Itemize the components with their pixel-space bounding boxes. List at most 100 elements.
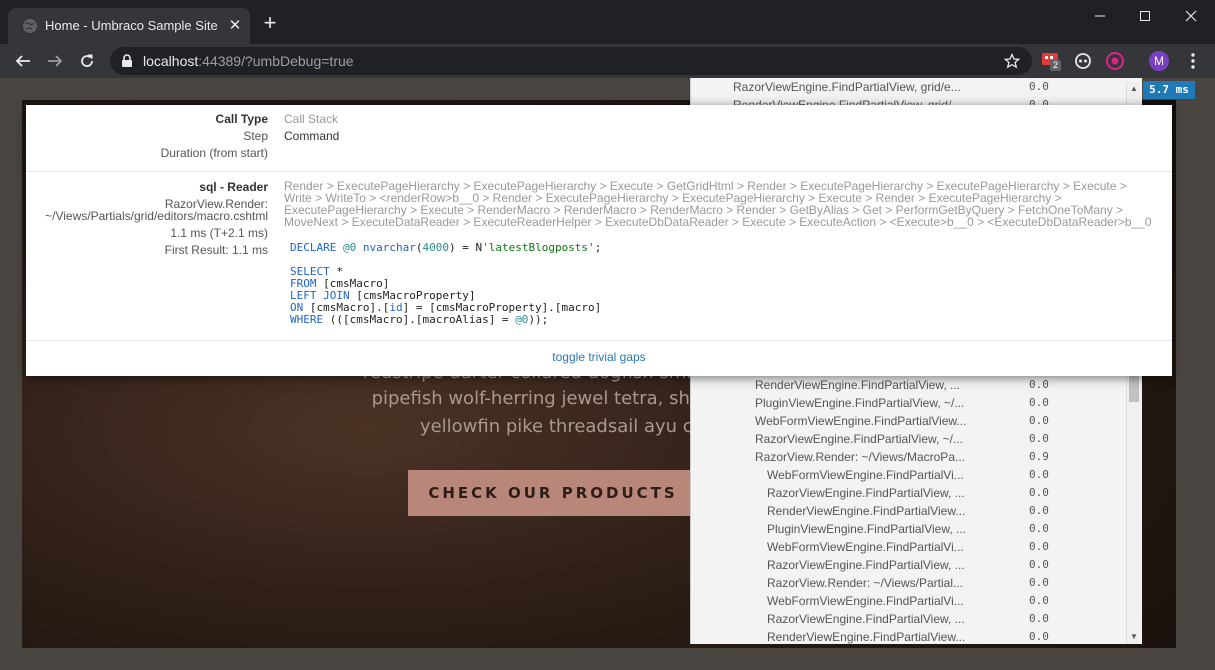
profiler-row-name: RazorViewEngine.FindPartialView, grid/e.…	[733, 80, 961, 94]
maximize-icon	[1140, 11, 1150, 21]
profiler-row[interactable]: RazorView.Render: ~/Views/Partial... 0.0	[691, 574, 1127, 592]
minimize-icon	[1095, 15, 1105, 17]
forward-button[interactable]	[44, 50, 66, 72]
profiler-row-duration: 0.0	[1029, 378, 1049, 391]
profiler-row-duration: 0.9	[1029, 450, 1049, 463]
maximize-button[interactable]	[1122, 0, 1168, 32]
arrow-left-icon	[15, 55, 30, 67]
profiler-row-name: RazorView.Render: ~/Views/MacroPa...	[755, 450, 965, 464]
profiler-row-duration: 0.0	[1029, 594, 1049, 607]
call-stack-text: Render > ExecutePageHierarchy > ExecuteP…	[284, 179, 1152, 229]
profiler-row-name: RenderViewEngine.FindPartialView...	[767, 630, 966, 644]
menu-button[interactable]	[1183, 51, 1203, 71]
profiler-row[interactable]: RazorViewEngine.FindPartialView, ... 0.0	[691, 556, 1127, 574]
render-path: ~/Views/Partials/grid/editors/macro.csht…	[45, 209, 268, 223]
profiler-row-name: RazorViewEngine.FindPartialView, ...	[767, 486, 965, 500]
profiler-row-name: RenderViewEngine.FindPartialView, ...	[755, 378, 961, 392]
back-button[interactable]	[12, 50, 34, 72]
first-result-value: First Result: 1.1 ms	[164, 243, 268, 257]
profiler-row-duration: 0.0	[1029, 522, 1049, 535]
minimize-button[interactable]	[1077, 0, 1123, 32]
url-text[interactable]: localhost:44389/?umbDebug=true	[143, 53, 354, 69]
popup-divider	[26, 171, 1172, 172]
profiler-row-duration: 0.0	[1029, 486, 1049, 499]
profiler-row[interactable]: RenderViewEngine.FindPartialView... 0.0	[691, 628, 1127, 644]
profiler-row[interactable]: WebFormViewEngine.FindPartialVi... 0.0	[691, 538, 1127, 556]
profiler-row-name: WebFormViewEngine.FindPartialView...	[755, 414, 967, 428]
profiler-row[interactable]: RazorView.Render: ~/Views/MacroPa... 0.9	[691, 448, 1127, 466]
profiler-row-name: PluginViewEngine.FindPartialView, ...	[767, 522, 967, 536]
new-tab-button[interactable]: +	[260, 12, 280, 34]
profiler-row-duration: 0.0	[1029, 630, 1049, 643]
popup-divider	[26, 340, 1172, 341]
title-bar: Home - Umbraco Sample Site ✕ +	[0, 0, 1215, 44]
profiler-row-name: WebFormViewEngine.FindPartialVi...	[767, 540, 964, 554]
extension-icon[interactable]	[1105, 51, 1125, 71]
profiler-row[interactable]: RazorViewEngine.FindPartialView, grid/e.…	[691, 78, 1127, 96]
profiler-row-name: PluginViewEngine.FindPartialView, ~/...	[755, 396, 965, 410]
profiler-row[interactable]: RenderViewEngine.FindPartialView... 0.0	[691, 502, 1127, 520]
profiler-row-duration: 0.0	[1029, 80, 1049, 93]
profiler-row-name: WebFormViewEngine.FindPartialVi...	[767, 594, 964, 608]
profiler-row-name: RazorViewEngine.FindPartialView, ~/...	[755, 432, 964, 446]
sql-type-label: sql - Reader	[199, 180, 268, 194]
page-viewport: redstripe darter collared dogfish smalle…	[0, 78, 1215, 670]
profiler-row[interactable]: WebFormViewEngine.FindPartialVi... 0.0	[691, 466, 1127, 484]
address-bar[interactable]: localhost:44389/?umbDebug=true	[110, 47, 1032, 75]
profiler-row-duration: 0.0	[1029, 576, 1049, 589]
profile-avatar[interactable]: M	[1149, 51, 1169, 71]
duration-label: Duration (from start)	[160, 146, 268, 160]
close-icon	[1185, 10, 1197, 22]
profiler-total-badge[interactable]: 5.7 ms	[1143, 81, 1195, 99]
extension-icon[interactable]: 2	[1041, 51, 1062, 71]
profiler-row-duration: 0.0	[1029, 612, 1049, 625]
profiler-detail-popup: Call Type Call Stack Step Command Durati…	[26, 105, 1172, 376]
call-type-value: Call Stack	[284, 112, 339, 126]
profiler-row[interactable]: PluginViewEngine.FindPartialView, ... 0.0	[691, 520, 1127, 538]
extension-eye-icon	[1106, 52, 1124, 70]
profiler-row-name: RazorViewEngine.FindPartialView, ...	[767, 558, 965, 572]
step-value: Command	[284, 129, 340, 143]
check-products-button[interactable]: CHECK OUR PRODUCTS	[408, 470, 698, 516]
scroll-up-icon[interactable]: ▲	[1127, 82, 1141, 96]
profiler-row[interactable]: WebFormViewEngine.FindPartialView... 0.0	[691, 412, 1127, 430]
profiler-row-name: WebFormViewEngine.FindPartialVi...	[767, 468, 964, 482]
profiler-row[interactable]: WebFormViewEngine.FindPartialVi... 0.0	[691, 592, 1127, 610]
step-label: Step	[243, 129, 268, 143]
profiler-row[interactable]: PluginViewEngine.FindPartialView, ~/... 0…	[691, 394, 1127, 412]
url-host: localhost	[143, 53, 199, 69]
profiler-row[interactable]: RazorViewEngine.FindPartialView, ... 0.0	[691, 484, 1127, 502]
tab-title: Home - Umbraco Sample Site	[45, 18, 218, 33]
scrollbar-thumb[interactable]	[1129, 372, 1139, 402]
extension-badge: 2	[1050, 60, 1062, 71]
profiler-row[interactable]: RenderViewEngine.FindPartialView, ... 0.0	[691, 376, 1127, 394]
profiler-row[interactable]: RazorViewEngine.FindPartialView, ... 0.0	[691, 610, 1127, 628]
extension-icon[interactable]	[1073, 51, 1093, 71]
browser-toolbar: localhost:44389/?umbDebug=true 2 M	[0, 44, 1215, 78]
profiler-row-duration: 0.0	[1029, 558, 1049, 571]
tab-close-icon[interactable]: ✕	[226, 17, 244, 35]
bookmark-star-icon[interactable]	[1004, 53, 1020, 69]
lock-icon	[122, 54, 132, 67]
profiler-row-duration: 0.0	[1029, 468, 1049, 481]
close-window-button[interactable]	[1168, 0, 1214, 32]
timing-value: 1.1 ms (T+2.1 ms)	[170, 226, 268, 240]
url-path: :44389/?umbDebug=true	[198, 53, 354, 69]
toggle-trivial-gaps-link[interactable]: toggle trivial gaps	[26, 350, 1172, 364]
profiler-row-duration: 0.0	[1029, 504, 1049, 517]
profiler-row-duration: 0.0	[1029, 414, 1049, 427]
kebab-menu-icon	[1191, 53, 1195, 69]
profiler-row[interactable]: RazorViewEngine.FindPartialView, ~/... 0.…	[691, 430, 1127, 448]
reload-icon	[81, 54, 93, 67]
profiler-row-name: RenderViewEngine.FindPartialView...	[767, 504, 966, 518]
profiler-row-duration: 0.0	[1029, 396, 1049, 409]
sql-code-block: DECLARE @0 nvarchar(4000) = N'latestBlog…	[290, 241, 602, 326]
scroll-down-icon[interactable]: ▼	[1127, 630, 1141, 644]
extension-circle-icon	[1075, 53, 1091, 69]
profiler-row-name: RazorViewEngine.FindPartialView, ...	[767, 612, 965, 626]
arrow-right-icon	[48, 55, 63, 67]
browser-tab[interactable]: Home - Umbraco Sample Site ✕	[8, 8, 250, 44]
profiler-row-name: RazorView.Render: ~/Views/Partial...	[767, 576, 963, 590]
call-type-label: Call Type	[215, 112, 268, 126]
reload-button[interactable]	[76, 50, 98, 72]
